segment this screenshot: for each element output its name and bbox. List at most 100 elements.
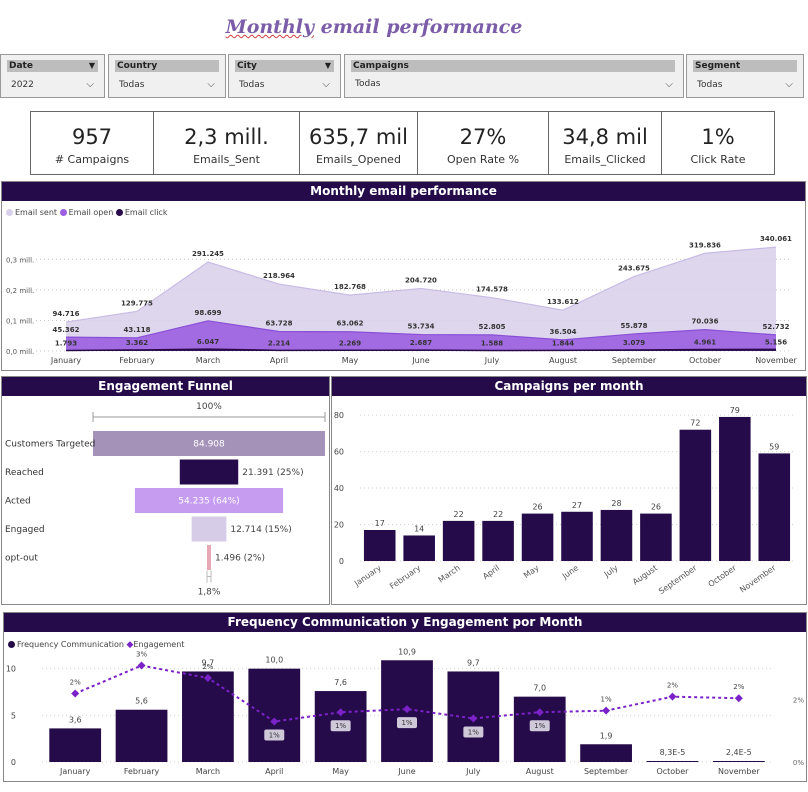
bar [646, 761, 699, 762]
bar [49, 728, 102, 762]
data-label: 10,0 [265, 656, 283, 665]
x-tick-label: July [484, 356, 500, 365]
area-chart: 0,0 mill. 0,1 mill. 0,2 mill. 0,3 mill. 94.7… [6, 235, 798, 365]
slicer-date-label: Date [9, 61, 33, 71]
x-tick-label: June [411, 356, 430, 365]
engagement-label: 1% [534, 722, 545, 730]
bar [600, 509, 633, 561]
bar [561, 511, 593, 561]
chevron-down-icon[interactable]: ⌵ [322, 79, 330, 90]
x-tick-label: January [50, 356, 82, 365]
slicer-date[interactable]: Date ▼ 2022 ⌵ [0, 54, 105, 98]
data-label: 340.061 [760, 235, 792, 243]
x-tick-label: September [657, 563, 699, 596]
funnel-stage-label: opt-out [5, 554, 38, 564]
slicer-campaigns-value: Todas [355, 79, 381, 89]
campaigns-per-month-panel: Campaigns per month 0 20 40 60 80 17 January 14… [331, 376, 807, 605]
slicer-city-label: City [237, 61, 257, 71]
data-label: 2.214 [268, 339, 290, 347]
engagement-marker [734, 694, 743, 703]
slicer-country-label: Country [117, 61, 158, 71]
data-label: 63.062 [336, 320, 363, 328]
data-label: 14 [414, 524, 424, 533]
y-tick-label: 20 [334, 521, 344, 530]
slicer-city[interactable]: City ▼ Todas ⌵ [228, 54, 341, 98]
bar [719, 416, 751, 561]
bar [580, 744, 632, 762]
panel-title: Engagement Funnel [2, 377, 329, 396]
data-label: 63.728 [265, 320, 292, 328]
x-tick-label: April [265, 767, 283, 776]
funnel-value-label: 21.391 (25%) [242, 468, 303, 478]
x-tick-label: January [59, 767, 91, 776]
kpi-value: 2,3 mill. [184, 125, 269, 149]
x-tick-label: March [196, 767, 220, 776]
slicer-campaigns-label: Campaigns [353, 61, 409, 71]
data-label: 182.768 [334, 283, 366, 291]
funnel-bar [206, 545, 212, 570]
data-label: 45.362 [52, 326, 79, 334]
funnel-value-label: 12.714 (15%) [230, 525, 291, 535]
data-label: 10,9 [398, 647, 416, 656]
x-tick-label: October [689, 356, 722, 365]
data-label: 43.118 [123, 326, 150, 334]
data-label: 2.687 [410, 339, 432, 347]
data-label: 5.156 [765, 338, 787, 346]
bar [363, 530, 396, 561]
data-label: 59 [769, 442, 779, 451]
x-tick-label: November [718, 767, 760, 776]
data-label: 319.836 [689, 241, 721, 249]
slicer-segment-value: Todas [697, 80, 723, 90]
y-tick-label: 5 [11, 711, 16, 720]
combo-chart: 0 5 10 0% 2% 3,6 January 5,6 February 9,7 March 10,… [6, 647, 805, 776]
kpi-value: 635,7 mil [309, 125, 408, 149]
x-tick-label: June [560, 563, 580, 581]
data-label: 243.675 [618, 265, 650, 273]
engagement-funnel-panel: Engagement Funnel 100% Customers Targeted… [1, 376, 330, 605]
slicer-segment[interactable]: Segment Todas ⌵ [686, 54, 804, 98]
data-label: 22 [454, 510, 464, 519]
slicer-country[interactable]: Country Todas ⌵ [108, 54, 226, 98]
frequency-engagement-panel: Frequency Communication y Engagement por… [3, 612, 807, 782]
engagement-label: 1% [468, 728, 479, 736]
data-label: 1.588 [481, 340, 503, 348]
funnel-value-label: 1.496 (2%) [215, 554, 265, 564]
data-label: 174.578 [476, 286, 508, 294]
chevron-down-icon[interactable]: ⌵ [785, 79, 793, 90]
chevron-down-icon[interactable]: ⌵ [207, 79, 215, 90]
data-label: 2.269 [339, 339, 361, 347]
data-label: 7,0 [533, 684, 546, 693]
engagement-label: 1% [601, 696, 612, 704]
funnel-value-label: 84.908 [193, 440, 225, 450]
kpi-emails-clicked: 34,8 mil Emails_Clicked [548, 111, 662, 175]
data-label: 98.699 [194, 309, 221, 317]
slicer-city-value: Todas [239, 80, 265, 90]
slicer-campaigns[interactable]: Campaigns Todas ⌵ [344, 54, 684, 98]
data-label: 218.964 [263, 272, 295, 280]
data-label: 2,4E-5 [726, 748, 752, 757]
chevron-down-icon[interactable]: ⌵ [665, 79, 673, 90]
x-tick-label: March [437, 563, 462, 584]
x-tick-label: July [465, 767, 481, 776]
funnel-stage-label: Customers Targeted [5, 440, 95, 450]
bar [248, 668, 301, 762]
panel-title: Frequency Communication y Engagement por… [4, 613, 806, 632]
data-label: 36.504 [549, 328, 576, 336]
kpi-label: Emails_Opened [316, 153, 401, 166]
engagement-label: 1% [335, 722, 346, 730]
engagement-marker [602, 706, 611, 715]
kpi-open-rate: 27% Open Rate % [417, 111, 549, 175]
funnel-stage-label: Acted [5, 497, 31, 507]
y-tick-label: 0,0 mill. [6, 348, 34, 356]
x-tick-label: May [522, 563, 541, 580]
bar [182, 671, 234, 762]
bar [521, 513, 554, 561]
page-title-first-word: Monthly [225, 16, 315, 38]
kpi-emails-sent: 2,3 mill. Emails_Sent [153, 111, 300, 175]
bar [758, 453, 791, 561]
data-label: 5,6 [135, 697, 148, 706]
x-tick-label: October [707, 563, 739, 589]
kpi-value: 957 [71, 125, 113, 149]
bar [640, 513, 672, 561]
chevron-down-icon[interactable]: ⌵ [86, 79, 94, 90]
